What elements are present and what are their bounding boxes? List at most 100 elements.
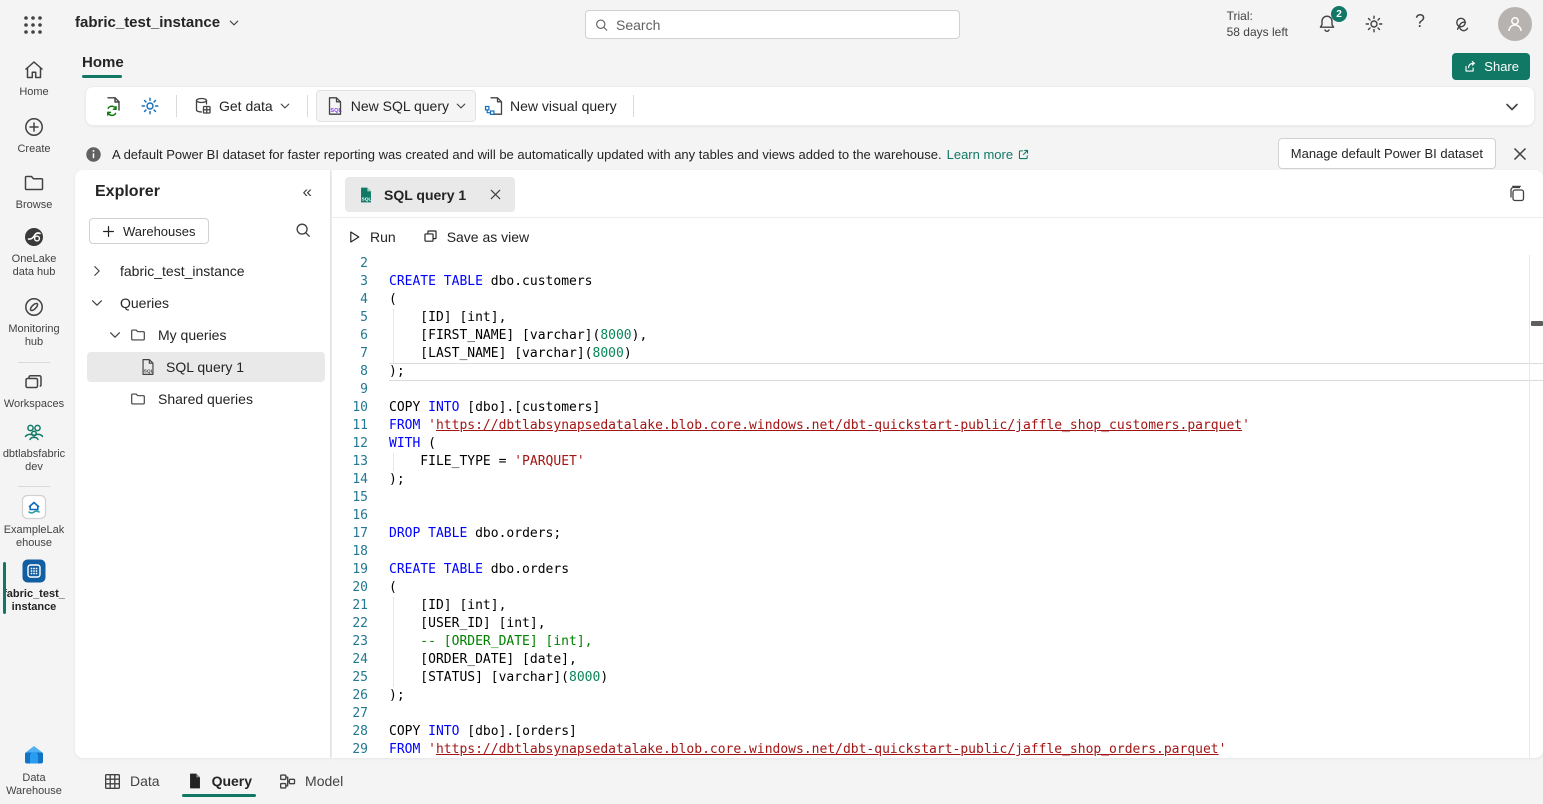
info-icon (85, 146, 102, 163)
collapse-panel-icon[interactable]: « (303, 182, 312, 202)
waffle-menu-icon[interactable] (22, 14, 44, 36)
code-line[interactable]: 27 (332, 705, 1543, 723)
banner-close-icon[interactable] (1511, 145, 1529, 163)
nav-item-examplelakehouse[interactable]: ExampleLakehouse (0, 494, 68, 550)
code-line[interactable]: 12WITH ( (332, 435, 1543, 453)
new-sql-query-label: New SQL query (351, 98, 449, 114)
lakehouse-icon (21, 494, 47, 520)
nav-browse[interactable]: Browse (0, 171, 68, 212)
nav-monitoring-hub[interactable]: Monitoring hub (0, 295, 68, 349)
add-warehouses-button[interactable]: Warehouses (89, 218, 209, 244)
feedback-icon[interactable] (1453, 13, 1475, 35)
tree-label: Shared queries (158, 391, 253, 407)
tree-item-warehouse-root[interactable]: fabric_test_instance (75, 256, 331, 286)
code-line[interactable]: 26); (332, 687, 1543, 705)
folder-icon (129, 326, 147, 344)
tree-item-shared-queries[interactable]: Shared queries (75, 384, 331, 414)
code-line[interactable]: 8); (332, 363, 1543, 381)
global-search[interactable] (585, 10, 960, 39)
code-line[interactable]: 16 (332, 507, 1543, 525)
code-line-text: ); (389, 363, 1543, 381)
code-line[interactable]: 2 (332, 255, 1543, 273)
code-line[interactable]: 3CREATE TABLE dbo.customers (332, 273, 1543, 291)
code-line[interactable]: 19CREATE TABLE dbo.orders (332, 561, 1543, 579)
code-line[interactable]: 15 (332, 489, 1543, 507)
nav-workspaces[interactable]: Workspaces (0, 370, 68, 411)
query-settings-gear-icon[interactable] (139, 95, 161, 117)
user-avatar[interactable] (1498, 7, 1532, 41)
learn-more-link[interactable]: Learn more (947, 147, 1030, 162)
code-line[interactable]: 7 [LAST_NAME] [varchar](8000) (332, 345, 1543, 363)
code-line[interactable]: 9 (332, 381, 1543, 399)
code-line[interactable]: 17DROP TABLE dbo.orders; (332, 525, 1543, 543)
line-number: 23 (332, 633, 368, 651)
nav-item-fabric-test-instance[interactable]: fabric_test_instance (0, 558, 68, 614)
view-tab-data[interactable]: Data (97, 763, 166, 800)
refresh-file-icon[interactable] (103, 95, 125, 117)
close-tab-icon[interactable] (488, 187, 503, 202)
code-line[interactable]: 29FROM 'https://dbtlabsynapsedatalake.bl… (332, 741, 1543, 758)
save-as-view-button[interactable]: Save as view (422, 228, 529, 245)
tree-label: fabric_test_instance (120, 263, 245, 279)
code-line[interactable]: 18 (332, 543, 1543, 561)
code-line[interactable]: 22 [USER_ID] [int], (332, 615, 1543, 633)
code-line[interactable]: 21 [ID] [int], (332, 597, 1543, 615)
editor-overview-ruler[interactable] (1529, 255, 1530, 758)
new-visual-query-button[interactable]: New visual query (476, 90, 625, 122)
settings-gear-icon[interactable] (1363, 13, 1385, 35)
person-icon (1505, 14, 1525, 34)
nav-onelake-data-hub[interactable]: OneLake data hub (0, 225, 68, 279)
line-number: 25 (332, 669, 368, 687)
code-line[interactable]: 20( (332, 579, 1543, 597)
explorer-search-icon[interactable] (294, 221, 312, 239)
tree-label: SQL query 1 (166, 359, 244, 375)
workspace-name: fabric_test_instance (75, 14, 220, 31)
nav-workspace-dbtlabsfabricdev[interactable]: dbtlabsfabricdev (0, 420, 68, 474)
nav-create[interactable]: Create (0, 115, 68, 156)
search-icon (594, 17, 609, 33)
run-button[interactable]: Run (346, 229, 396, 245)
code-line[interactable]: 11FROM 'https://dbtlabsynapsedatalake.bl… (332, 417, 1543, 435)
new-sql-query-button[interactable]: SQL New SQL query (316, 90, 476, 122)
get-data-button[interactable]: Get data (185, 90, 299, 122)
tree-item-queries[interactable]: Queries (75, 288, 331, 318)
code-line[interactable]: 28COPY INTO [dbo].[orders] (332, 723, 1543, 741)
line-number: 17 (332, 525, 368, 543)
cursor-position-marker (1531, 321, 1543, 326)
tree-label: My queries (158, 327, 226, 343)
code-line[interactable]: 25 [STATUS] [varchar](8000) (332, 669, 1543, 687)
code-line-text: ); (389, 471, 1543, 489)
collapse-ribbon-chevron-icon[interactable] (1504, 99, 1520, 115)
help-icon[interactable]: ? (1415, 11, 1425, 32)
copy-layers-icon[interactable] (1507, 184, 1527, 204)
tree-item-my-queries[interactable]: My queries (75, 320, 331, 350)
view-tab-model[interactable]: Model (272, 763, 349, 800)
line-number: 22 (332, 615, 368, 633)
tab-sql-query-1[interactable]: SQL SQL query 1 (345, 177, 515, 212)
code-line[interactable]: 14); (332, 471, 1543, 489)
tree-item-sql-query-1[interactable]: SQL SQL query 1 (87, 352, 325, 382)
nav-data-warehouse-label: Data Warehouse (0, 772, 68, 798)
code-line[interactable]: 4( (332, 291, 1543, 309)
code-line[interactable]: 24 [ORDER_DATE] [date], (332, 651, 1543, 669)
code-line-text (389, 381, 1543, 399)
code-line[interactable]: 13 FILE_TYPE = 'PARQUET' (332, 453, 1543, 471)
code-line[interactable]: 10COPY INTO [dbo].[customers] (332, 399, 1543, 417)
nav-item-data-warehouse[interactable]: Data Warehouse (0, 742, 68, 798)
code-line[interactable]: 5 [ID] [int], (332, 309, 1543, 327)
search-input[interactable] (616, 17, 951, 33)
new-visual-query-label: New visual query (510, 98, 617, 114)
explorer-title: Explorer (95, 183, 160, 201)
code-line[interactable]: 6 [FIRST_NAME] [varchar](8000), (332, 327, 1543, 345)
tab-home[interactable]: Home (82, 54, 124, 71)
nav-create-label: Create (15, 143, 52, 156)
view-tab-query[interactable]: Query (180, 763, 258, 799)
workspace-switcher[interactable]: fabric_test_instance (75, 14, 240, 31)
manage-dataset-button[interactable]: Manage default Power BI dataset (1278, 138, 1496, 169)
ribbon-tab-row: Home Share (0, 48, 1543, 83)
nav-monitoring-label: Monitoring hub (0, 323, 68, 349)
code-line[interactable]: 23 -- [ORDER_DATE] [int], (332, 633, 1543, 651)
share-button[interactable]: Share (1452, 53, 1530, 80)
nav-home[interactable]: Home (0, 58, 68, 99)
code-editor-content[interactable]: 23CREATE TABLE dbo.customers4(5 [ID] [in… (332, 255, 1543, 758)
